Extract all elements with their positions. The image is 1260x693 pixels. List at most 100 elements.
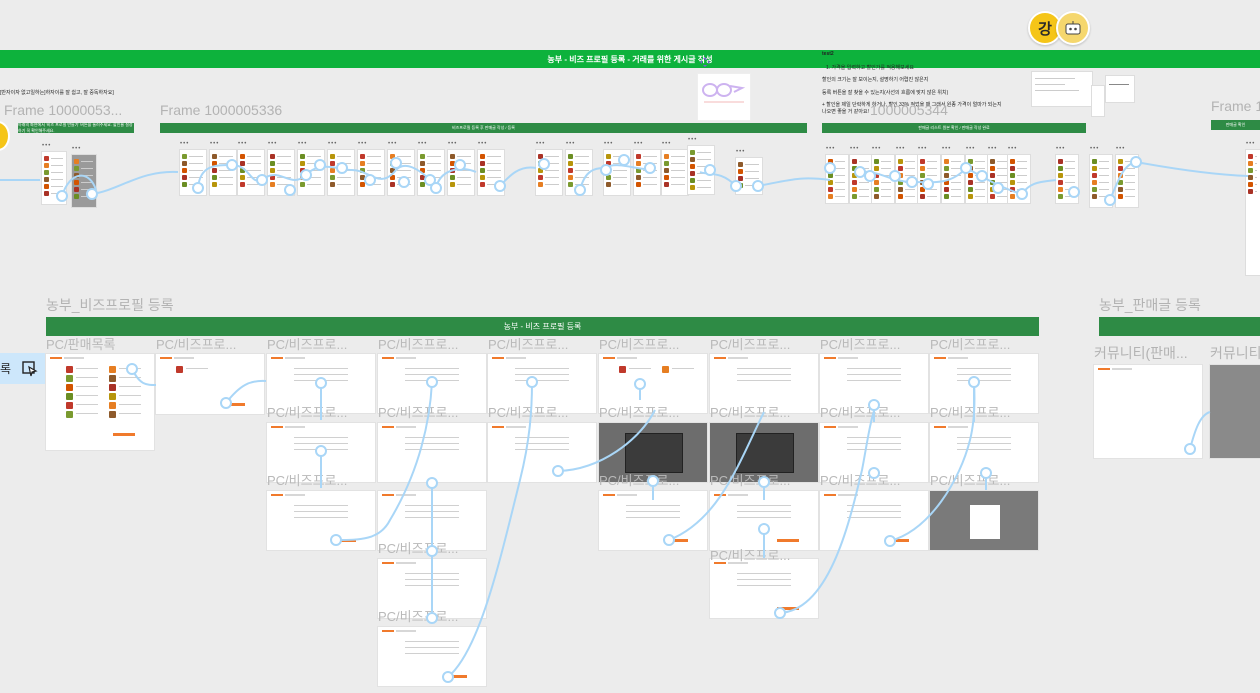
- more-icon[interactable]: •••: [826, 146, 835, 152]
- frame-label[interactable]: PC/비즈프로...: [930, 402, 1010, 421]
- more-icon[interactable]: •••: [918, 146, 927, 152]
- phone-screen[interactable]: [896, 155, 918, 203]
- phone-screen[interactable]: [634, 150, 660, 195]
- frame-label[interactable]: PC/비즈프로...: [599, 402, 679, 421]
- frame-label[interactable]: PC/비즈프로...: [930, 334, 1010, 353]
- more-icon[interactable]: •••: [1090, 146, 1099, 152]
- phone-screen[interactable]: [448, 150, 474, 195]
- phone-screen[interactable]: [238, 150, 264, 195]
- move-handle-icon[interactable]: [700, 54, 710, 67]
- more-icon[interactable]: •••: [358, 141, 367, 147]
- frame-label[interactable]: PC/비즈프로...: [710, 334, 790, 353]
- frame-label[interactable]: Frame 10000053...: [4, 102, 122, 118]
- frame-label[interactable]: PC/비즈프로...: [267, 470, 347, 489]
- screen-frame[interactable]: [820, 491, 928, 550]
- more-icon[interactable]: •••: [662, 141, 671, 147]
- frame-label[interactable]: PC/비즈프로...: [378, 334, 458, 353]
- phone-screen[interactable]: [688, 146, 714, 194]
- flow-start-button[interactable]: 록: [0, 353, 46, 384]
- frame-label[interactable]: PC/비즈프로...: [156, 334, 236, 353]
- more-icon[interactable]: •••: [268, 141, 277, 147]
- section-title[interactable]: 농부_비즈프로필 등록: [46, 295, 174, 315]
- more-icon[interactable]: •••: [850, 146, 859, 152]
- screen-frame[interactable]: [46, 354, 154, 450]
- frame-label[interactable]: 1000005344: [870, 102, 948, 118]
- more-icon[interactable]: •••: [1116, 146, 1125, 152]
- more-icon[interactable]: •••: [418, 141, 427, 147]
- more-icon[interactable]: •••: [478, 141, 487, 147]
- phone-screen[interactable]: [604, 150, 630, 195]
- phone-screen[interactable]: [918, 155, 940, 203]
- phone-screen[interactable]: [566, 150, 592, 195]
- frame-label[interactable]: Frame 1000005336: [160, 102, 282, 118]
- phone-screen[interactable]: [1246, 150, 1260, 275]
- frame-label[interactable]: PC/비즈프로...: [930, 470, 1010, 489]
- frame-label[interactable]: PC/비즈프로...: [820, 470, 900, 489]
- frame-label[interactable]: 커뮤니티(판매...: [1094, 343, 1188, 363]
- more-icon[interactable]: •••: [966, 146, 975, 152]
- screen-frame[interactable]: [930, 491, 1038, 550]
- phone-screen[interactable]: [850, 155, 872, 203]
- frame-label[interactable]: PC/비즈프로...: [710, 545, 790, 564]
- frame-label[interactable]: PC/비즈프로...: [378, 606, 458, 625]
- phone-screen[interactable]: [1090, 155, 1112, 207]
- more-icon[interactable]: •••: [1008, 146, 1017, 152]
- frame-label[interactable]: PC/비즈프로...: [378, 402, 458, 421]
- more-icon[interactable]: •••: [604, 141, 613, 147]
- screen-frame[interactable]: [378, 627, 486, 686]
- more-icon[interactable]: •••: [328, 141, 337, 147]
- more-icon[interactable]: •••: [536, 141, 545, 147]
- more-icon[interactable]: •••: [896, 146, 905, 152]
- phone-screen[interactable]: [1056, 155, 1078, 203]
- more-icon[interactable]: •••: [566, 141, 575, 147]
- phone-screen[interactable]: [388, 150, 414, 195]
- frame-label[interactable]: PC/비즈프로...: [710, 402, 790, 421]
- frame-label[interactable]: PC/비즈프로...: [488, 402, 568, 421]
- phone-screen[interactable]: [298, 150, 324, 195]
- more-icon[interactable]: •••: [42, 143, 51, 149]
- frame-label[interactable]: PC/비즈프로...: [599, 470, 679, 489]
- phone-screen[interactable]: [478, 150, 504, 195]
- phone-screen[interactable]: [210, 150, 236, 195]
- phone-screen[interactable]: [988, 155, 1010, 203]
- phone-screen[interactable]: [42, 152, 66, 204]
- phone-screen[interactable]: [966, 155, 988, 203]
- more-icon[interactable]: •••: [688, 137, 697, 143]
- phone-screen[interactable]: [1008, 155, 1030, 203]
- frame-label[interactable]: PC/비즈프로...: [267, 334, 347, 353]
- more-icon[interactable]: •••: [180, 141, 189, 147]
- more-icon[interactable]: •••: [238, 141, 247, 147]
- phone-screen[interactable]: [536, 150, 562, 195]
- frame-label[interactable]: PC/판매목록: [46, 334, 116, 353]
- more-icon[interactable]: •••: [988, 146, 997, 152]
- screen-frame[interactable]: [267, 491, 375, 550]
- phone-screen[interactable]: [1116, 155, 1138, 207]
- screen-frame[interactable]: [599, 491, 707, 550]
- more-icon[interactable]: •••: [72, 146, 81, 152]
- phone-screen[interactable]: [736, 158, 762, 194]
- phone-screen[interactable]: [358, 150, 384, 195]
- more-icon[interactable]: •••: [634, 141, 643, 147]
- more-icon[interactable]: •••: [942, 146, 951, 152]
- screen-frame[interactable]: [1094, 365, 1202, 458]
- phone-screen[interactable]: [72, 155, 96, 207]
- phone-screen[interactable]: [418, 150, 444, 195]
- more-icon[interactable]: •••: [388, 141, 397, 147]
- more-icon[interactable]: •••: [1246, 141, 1255, 147]
- frame-label[interactable]: PC/비즈프로...: [820, 334, 900, 353]
- frame-label[interactable]: Frame 1: [1211, 98, 1260, 114]
- more-icon[interactable]: •••: [448, 141, 457, 147]
- collaborator-avatar[interactable]: [1056, 11, 1090, 45]
- screen-frame[interactable]: [1210, 365, 1260, 458]
- more-icon[interactable]: •••: [1056, 146, 1065, 152]
- frame-label[interactable]: PC/비즈프로...: [710, 470, 790, 489]
- more-icon[interactable]: •••: [298, 141, 307, 147]
- phone-screen[interactable]: [328, 150, 354, 195]
- phone-screen[interactable]: [662, 150, 688, 195]
- section-title[interactable]: 농부_판매글 등록: [1099, 295, 1201, 315]
- screen-frame[interactable]: [488, 423, 596, 482]
- phone-screen[interactable]: [872, 155, 894, 203]
- frame-label[interactable]: PC/비즈프로...: [488, 334, 568, 353]
- more-icon[interactable]: •••: [736, 149, 745, 155]
- screen-frame[interactable]: [710, 559, 818, 618]
